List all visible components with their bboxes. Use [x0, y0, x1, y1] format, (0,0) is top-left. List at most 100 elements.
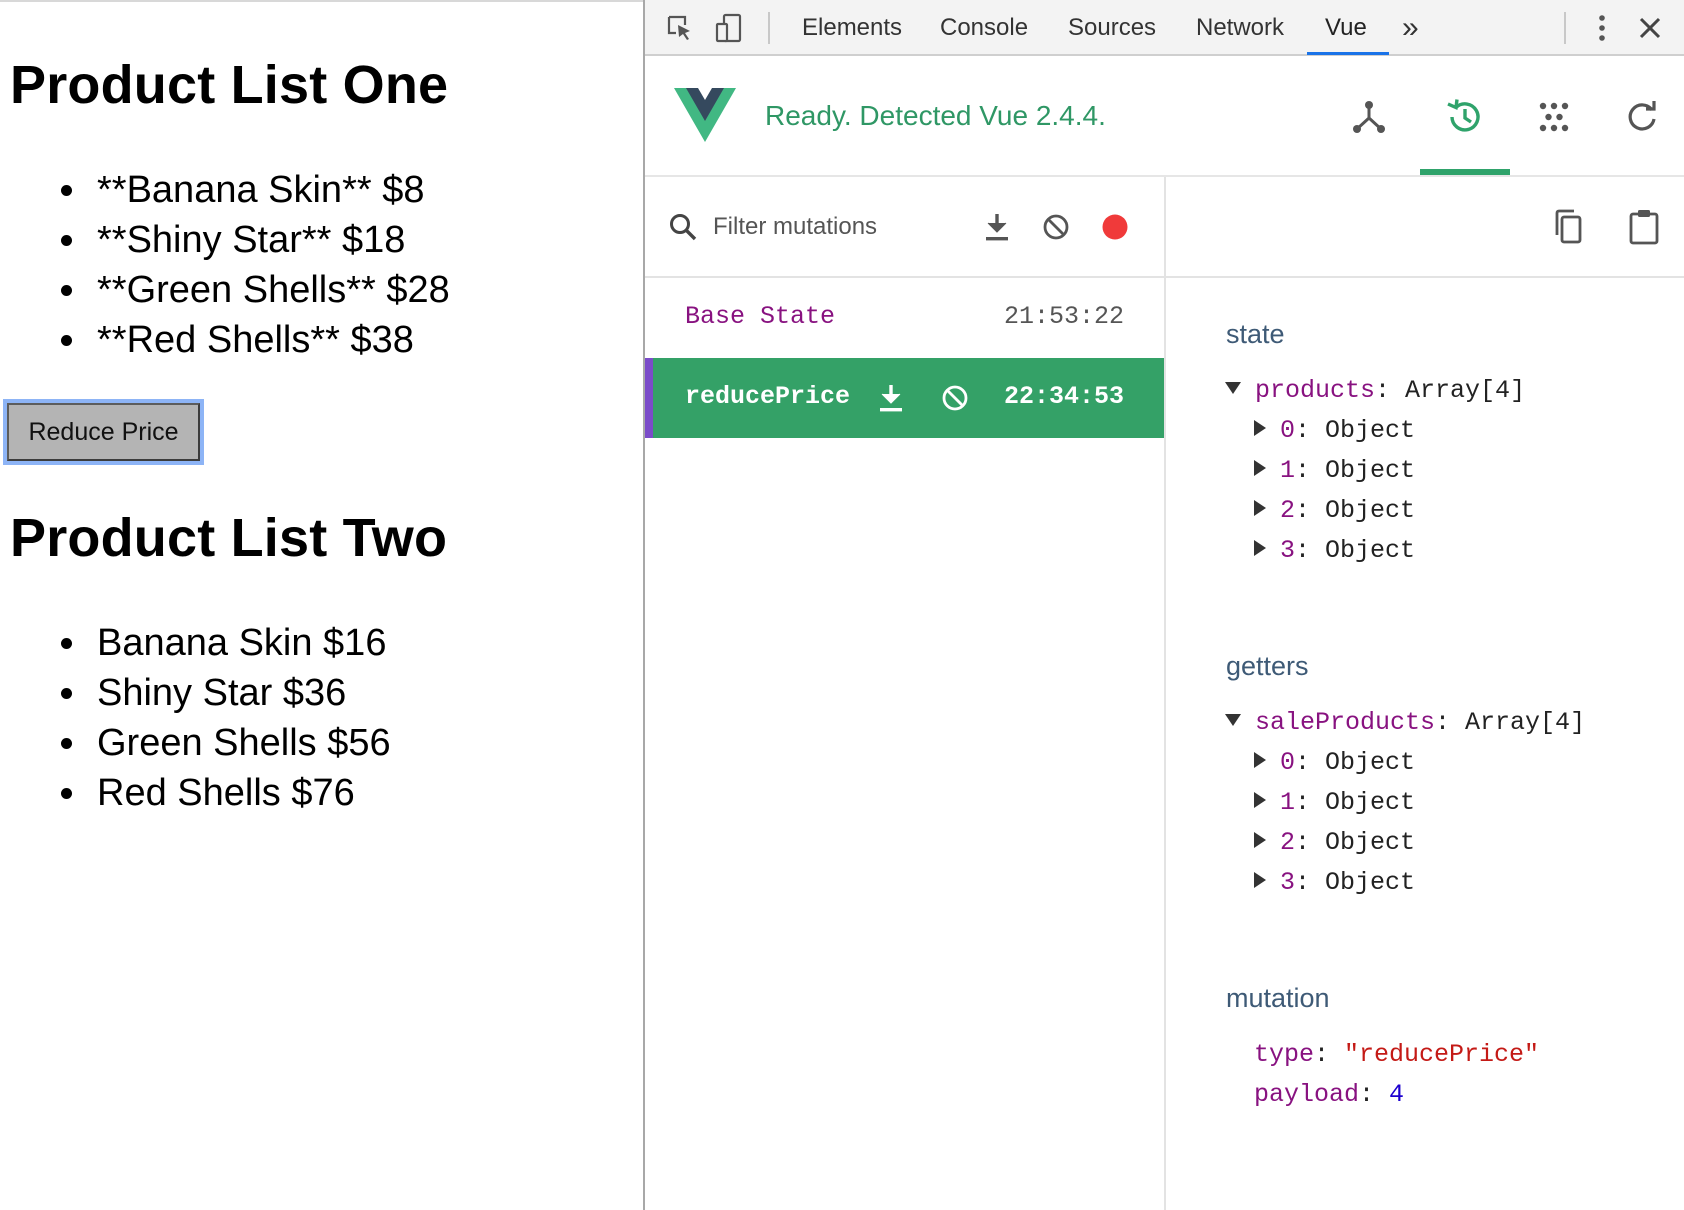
mutations-pane: Base State 21:53:22 reducePrice 22:34:53	[645, 177, 1166, 1210]
list-item: **Green Shells** $28	[61, 265, 450, 315]
devtools-tabbar: Elements Console Sources Network Vue »	[645, 0, 1684, 56]
list-item: **Banana Skin** $8	[61, 165, 450, 215]
inspect-element-icon[interactable]	[665, 13, 695, 43]
tree-value: Object	[1325, 416, 1416, 445]
expand-arrow-icon	[1254, 752, 1266, 769]
tree-value: Object	[1325, 536, 1416, 565]
tree-key: 3	[1280, 868, 1296, 897]
tree-node[interactable]: 0: Object	[1254, 743, 1415, 783]
vue-status-text: Ready. Detected Vue 2.4.4.	[765, 100, 1106, 131]
tree-key: saleProducts	[1255, 708, 1436, 737]
mutation-name: reducePrice	[685, 382, 851, 411]
reduce-price-button[interactable]: Reduce Price	[7, 403, 200, 461]
tree-value: Object	[1325, 456, 1416, 485]
tree-node[interactable]: 2: Object	[1254, 823, 1415, 863]
tree-node[interactable]: 1: Object	[1254, 783, 1415, 823]
revert-all-icon[interactable]	[1038, 209, 1074, 245]
tree-key: products	[1255, 376, 1376, 405]
vue-devtools-header: Ready. Detected Vue 2.4.4.	[645, 56, 1684, 177]
tree-key: 2	[1280, 828, 1296, 857]
list-item: Green Shells $56	[61, 718, 391, 768]
tree-key: 1	[1280, 456, 1296, 485]
devtools-panel: Elements Console Sources Network Vue » R…	[643, 0, 1684, 1210]
expand-arrow-icon	[1254, 832, 1266, 849]
copy-icon[interactable]	[1548, 207, 1588, 247]
refresh-icon[interactable]	[1621, 96, 1663, 138]
revert-icon[interactable]	[937, 380, 973, 416]
search-icon	[665, 209, 701, 245]
expand-arrow-icon	[1254, 540, 1266, 557]
expand-arrow-icon	[1254, 460, 1266, 477]
commit-icon[interactable]	[873, 380, 909, 416]
device-toolbar-icon[interactable]	[714, 13, 744, 43]
mutation-type-field: type: "reducePrice"	[1254, 1040, 1540, 1069]
toolbar-divider	[1564, 12, 1566, 44]
tree-key: 3	[1280, 536, 1296, 565]
tree-value: Object	[1325, 788, 1416, 817]
list-item: Shiny Star $36	[61, 668, 391, 718]
mutation-time: 22:34:53	[1003, 382, 1124, 411]
list-item: Banana Skin $16	[61, 618, 391, 668]
inspector-toolbar	[1166, 177, 1684, 278]
tree-node[interactable]: 3: Object	[1254, 531, 1415, 571]
expand-arrow-icon	[1254, 872, 1266, 889]
tab-console[interactable]: Console	[940, 0, 1028, 56]
mutation-row-base-state[interactable]: Base State 21:53:22	[645, 278, 1164, 358]
more-tabs-button[interactable]: »	[1402, 0, 1419, 56]
mutation-section-title: mutation	[1226, 983, 1330, 1013]
commit-all-icon[interactable]	[979, 209, 1015, 245]
collapse-arrow-icon	[1225, 714, 1241, 727]
tree-value: Object	[1325, 496, 1416, 525]
tab-sources[interactable]: Sources	[1068, 0, 1156, 56]
mutation-row-reduceprice[interactable]: reducePrice 22:34:53	[645, 358, 1164, 438]
tree-key: 0	[1280, 416, 1296, 445]
tree-key: 0	[1280, 748, 1296, 777]
tree-key: 1	[1280, 788, 1296, 817]
tree-value: Object	[1325, 748, 1416, 777]
tree-value: Object	[1325, 828, 1416, 857]
active-tab-indicator	[1307, 52, 1389, 55]
active-view-indicator	[1420, 169, 1510, 175]
tree-value: "reducePrice"	[1344, 1040, 1540, 1069]
vue-logo	[674, 88, 736, 147]
tab-elements[interactable]: Elements	[802, 0, 902, 56]
list-item: **Shiny Star** $18	[61, 215, 450, 265]
record-icon[interactable]	[1097, 209, 1133, 245]
kebab-menu-icon[interactable]	[1587, 13, 1617, 43]
state-section-title: state	[1226, 319, 1285, 349]
collapse-arrow-icon	[1225, 382, 1241, 395]
getters-section-title: getters	[1226, 651, 1309, 681]
tab-vue[interactable]: Vue	[1325, 0, 1367, 56]
tree-key: type	[1254, 1040, 1315, 1069]
close-icon[interactable]	[1635, 13, 1665, 43]
tree-value: Object	[1325, 868, 1416, 897]
app-page: Product List One **Banana Skin** $8 **Sh…	[0, 0, 643, 1210]
components-icon[interactable]	[1348, 96, 1390, 138]
paste-icon[interactable]	[1624, 207, 1664, 247]
filter-mutations-input[interactable]	[713, 207, 973, 247]
tree-node[interactable]: 2: Object	[1254, 491, 1415, 531]
tree-value: Array[4]	[1405, 376, 1526, 405]
expand-arrow-icon	[1254, 420, 1266, 437]
tree-node[interactable]: 0: Object	[1254, 411, 1415, 451]
expand-arrow-icon	[1254, 500, 1266, 517]
tree-key: 2	[1280, 496, 1296, 525]
state-products-node[interactable]: products: Array[4]	[1225, 371, 1525, 411]
tab-network[interactable]: Network	[1196, 0, 1284, 56]
tree-node[interactable]: 3: Object	[1254, 863, 1415, 903]
mutations-filterbar	[645, 177, 1164, 278]
tree-value: 4	[1389, 1080, 1405, 1109]
tree-node[interactable]: 1: Object	[1254, 451, 1415, 491]
tree-key: payload	[1254, 1080, 1360, 1109]
events-icon[interactable]	[1533, 96, 1575, 138]
toolbar-divider	[768, 12, 770, 44]
list-item: **Red Shells** $38	[61, 315, 450, 365]
getters-saleproducts-node[interactable]: saleProducts: Array[4]	[1225, 703, 1585, 743]
mutation-payload-field: payload: 4	[1254, 1080, 1405, 1109]
list-item: Red Shells $76	[61, 768, 391, 818]
vuex-history-icon[interactable]	[1443, 96, 1485, 138]
expand-arrow-icon	[1254, 792, 1266, 809]
state-inspector-pane: state products: Array[4] 0: Object 1: Ob…	[1166, 177, 1684, 1210]
list-two-heading: Product List Two	[10, 508, 448, 568]
mutation-time: 21:53:22	[1003, 302, 1124, 331]
